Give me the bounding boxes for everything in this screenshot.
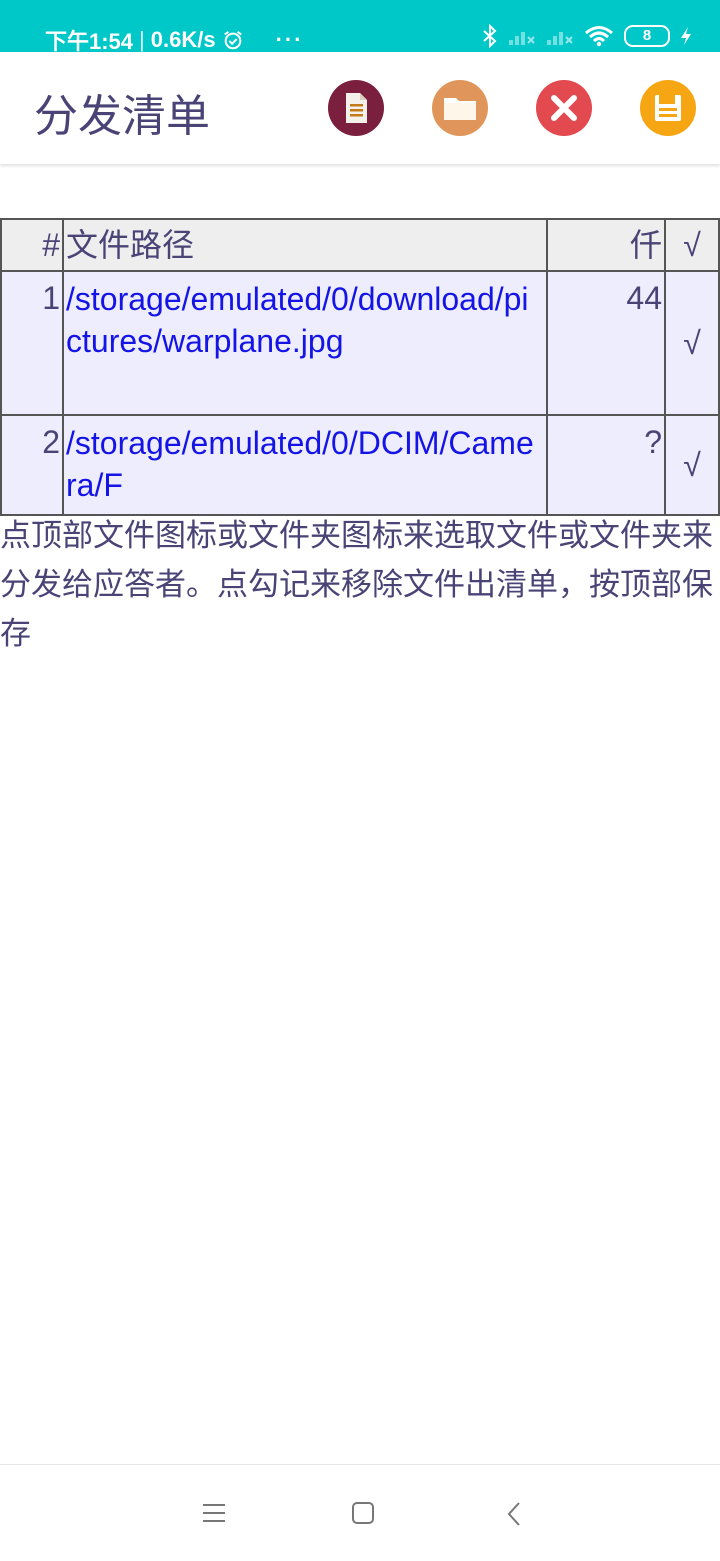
document-icon <box>346 93 367 123</box>
wifi-icon <box>585 26 613 47</box>
alarm-icon <box>223 30 242 50</box>
save-icon <box>655 95 681 121</box>
table-row: 1 /storage/emulated/0/download/pictures/… <box>0 270 720 416</box>
status-separator: | <box>139 27 145 52</box>
clear-list-button[interactable] <box>536 80 592 136</box>
header-size: 仟 <box>546 218 666 272</box>
battery-icon: 8 <box>624 25 670 47</box>
remove-checkmark[interactable]: √ <box>664 414 720 516</box>
row-index: 1 <box>0 270 64 416</box>
table-row: 2 /storage/emulated/0/DCIM/Camera/F ? √ <box>0 414 720 516</box>
status-right: 8 <box>482 24 692 48</box>
charging-icon <box>681 27 691 45</box>
battery-level: 8 <box>642 27 652 44</box>
add-folder-button[interactable] <box>432 80 488 136</box>
file-table: # 文件路径 仟 √ 1 /storage/emulated/0/downloa… <box>0 218 720 516</box>
instructions-text: 点顶部文件图标或文件夹图标来选取文件或文件夹来分发给应答者。点勾记来移除文件出清… <box>0 518 713 652</box>
page-title: 分发清单 <box>34 91 210 142</box>
status-bar: 下午1:54 | 0.6K/s ··· 8 <box>0 0 720 54</box>
signal-icon <box>547 32 573 45</box>
row-path[interactable]: /storage/emulated/0/DCIM/Camera/F <box>62 414 548 516</box>
add-file-button[interactable] <box>328 80 384 136</box>
save-button[interactable] <box>640 80 696 136</box>
more-notifications: ··· <box>275 27 304 52</box>
signal-icon <box>509 32 535 45</box>
header-index: # <box>0 218 64 272</box>
navigation-bar <box>0 1464 720 1561</box>
menu-icon[interactable] <box>202 1501 226 1525</box>
header-check: √ <box>664 218 720 272</box>
row-path[interactable]: /storage/emulated/0/download/pictures/wa… <box>62 270 548 416</box>
close-icon <box>551 95 577 121</box>
remove-checkmark[interactable]: √ <box>664 270 720 416</box>
row-index: 2 <box>0 414 64 516</box>
home-icon[interactable] <box>351 1501 375 1525</box>
app-bar: 分发清单 <box>0 52 720 164</box>
row-size: 44 <box>546 270 666 416</box>
table-header-row: # 文件路径 仟 √ <box>0 218 720 272</box>
bluetooth-icon <box>483 24 497 48</box>
back-icon[interactable] <box>505 1501 523 1527</box>
network-speed: 0.6K/s <box>150 27 216 52</box>
folder-icon <box>444 98 476 120</box>
header-path: 文件路径 <box>62 218 548 272</box>
row-size: ? <box>546 414 666 516</box>
